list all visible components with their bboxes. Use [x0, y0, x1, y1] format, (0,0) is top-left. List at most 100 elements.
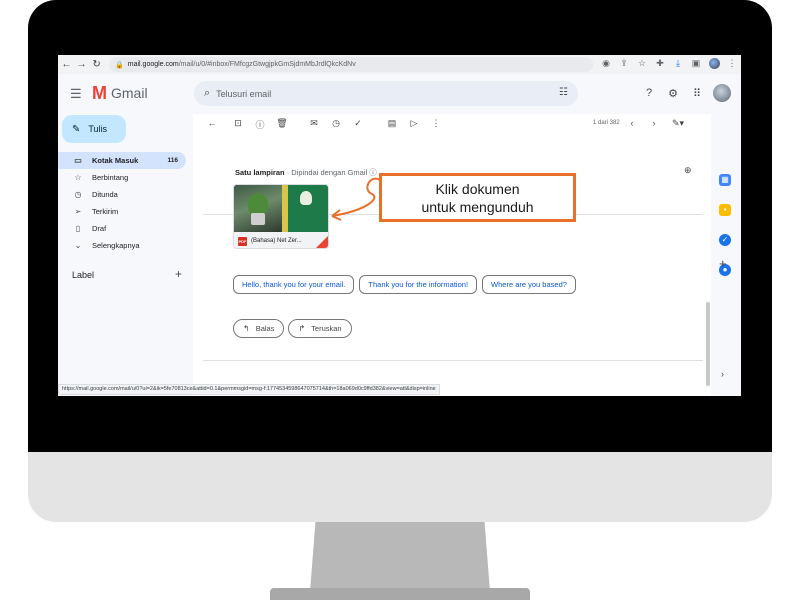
back-to-inbox-icon[interactable]: ←: [205, 118, 219, 128]
smart-reply-chip[interactable]: Hello, thank you for your email.: [233, 275, 355, 294]
sidebar-item-drafts[interactable]: ▯ Draf: [58, 220, 186, 237]
bookmark-star-icon[interactable]: ☆: [633, 58, 651, 71]
gmail-logo-text: Gmail: [111, 85, 148, 101]
sidebar-item-label: Ditunda: [92, 190, 118, 199]
sidebar: ✎ Tulis ▭ Kotak Masuk 116 ☆ Berbintang ◷…: [58, 114, 193, 396]
attachment-thumbnail[interactable]: PDF (Bahasa) Net Zer...: [233, 184, 329, 249]
pencil-icon: ✎: [72, 123, 81, 135]
reply-icon: ↰: [243, 324, 250, 333]
message-panel: ← ⊡ ⓘ 🗑 ✉ ◷ ✓ ▤ ▷ ⋮ 1 dari 382 ‹ › ✎▾: [195, 114, 711, 386]
smart-replies: Hello, thank you for your email. Thank y…: [233, 275, 581, 294]
attachment-title: Satu lampiran: [235, 168, 285, 177]
apps-grid-icon[interactable]: ⠿: [685, 87, 709, 100]
unread-count: 116: [167, 157, 179, 164]
sidebar-item-label: Draf: [92, 224, 107, 233]
search-options-icon[interactable]: ☷: [559, 87, 568, 98]
browser-menu-icon[interactable]: ⋮: [723, 58, 741, 71]
sidebar-item-inbox[interactable]: ▭ Kotak Masuk 116: [58, 152, 186, 169]
eye-icon[interactable]: ◉: [597, 58, 615, 71]
profile-avatar[interactable]: [705, 58, 723, 71]
calendar-icon[interactable]: ▦: [719, 174, 731, 186]
labels-heading: Label: [72, 270, 95, 280]
add-to-drive-icon[interactable]: ⊕: [684, 165, 692, 176]
settings-gear-icon[interactable]: ⚙: [661, 87, 685, 100]
reply-button[interactable]: ↰ Balas: [233, 319, 285, 338]
show-side-panel-icon[interactable]: ›: [721, 369, 724, 379]
callout-line-2: untuk mengunduh: [421, 198, 534, 215]
sidepanel-icon[interactable]: ▣: [687, 58, 705, 71]
search-icon[interactable]: ⌕: [204, 87, 210, 100]
delete-icon[interactable]: 🗑: [275, 118, 289, 129]
browser-toolbar: ← → ↻ 🔒 mail.google.com /mail/u/0/#inbox…: [58, 55, 741, 74]
label-icon[interactable]: ▷: [407, 118, 421, 129]
gmail-header: ☰ M Gmail ⌕ Telusuri email ☷ ? ⚙ ⠿: [58, 74, 741, 114]
extensions-icon[interactable]: ✚: [651, 58, 669, 71]
snooze-icon[interactable]: ◷: [329, 118, 343, 129]
get-addons-icon[interactable]: +: [719, 256, 727, 271]
monitor-stand: [310, 522, 490, 592]
move-to-icon[interactable]: ▤: [385, 118, 399, 129]
sidebar-item-starred[interactable]: ☆ Berbintang: [58, 169, 186, 186]
attachment-preview: [234, 185, 328, 232]
browser-actions: ◉ ⇪ ☆ ✚ ⤓ ▣ ⋮: [597, 58, 741, 71]
side-apps-panel: ▦ ▪ ✓ ● + ›: [711, 114, 741, 396]
smart-reply-chip[interactable]: Where are you based?: [482, 275, 576, 294]
more-options-icon[interactable]: ⋮: [429, 118, 443, 129]
smart-reply-chip[interactable]: Thank you for the information!: [359, 275, 478, 294]
callout-arrow-icon: [331, 177, 381, 221]
cover-logo-icon: [300, 191, 312, 205]
instruction-callout: Klik dokumen untuk mengunduh: [379, 173, 576, 222]
back-icon[interactable]: ←: [60, 59, 73, 70]
archive-icon[interactable]: ⊡: [231, 118, 245, 129]
compose-label: Tulis: [88, 124, 108, 134]
inbox-icon: ▭: [74, 156, 82, 165]
help-icon[interactable]: ?: [637, 87, 661, 99]
address-bar[interactable]: 🔒 mail.google.com /mail/u/0/#inbox/FMfcg…: [109, 57, 593, 72]
keep-icon[interactable]: ▪: [719, 204, 731, 216]
lock-icon: 🔒: [115, 61, 124, 69]
pdf-icon: PDF: [238, 236, 247, 246]
desktop-stage: ← → ↻ 🔒 mail.google.com /mail/u/0/#inbox…: [0, 0, 800, 600]
nav-list: ▭ Kotak Masuk 116 ☆ Berbintang ◷ Ditunda…: [58, 152, 186, 254]
sidebar-item-more[interactable]: ⌄ Selengkapnya: [58, 237, 186, 254]
main-menu-icon[interactable]: ☰: [70, 86, 82, 102]
forward-icon[interactable]: →: [75, 59, 88, 70]
compose-button[interactable]: ✎ Tulis: [62, 115, 126, 143]
separator: [203, 360, 703, 361]
plant-photo: [234, 185, 282, 232]
send-icon: ➢: [74, 207, 82, 216]
add-task-icon[interactable]: ✓: [351, 118, 365, 129]
plant-shape: [248, 193, 268, 215]
download-icon[interactable]: ⤓: [669, 58, 687, 71]
reply-label: Balas: [255, 324, 275, 333]
sidebar-item-snoozed[interactable]: ◷ Ditunda: [58, 186, 186, 203]
input-tools-icon[interactable]: ✎▾: [671, 118, 685, 129]
attachment-footer: PDF (Bahasa) Net Zer...: [234, 232, 328, 248]
browser-screen: ← → ↻ 🔒 mail.google.com /mail/u/0/#inbox…: [58, 55, 741, 396]
search-input[interactable]: ⌕ Telusuri email ☷: [194, 81, 578, 106]
labels-section: Label +: [72, 268, 182, 280]
sidebar-item-label: Terkirim: [92, 207, 119, 216]
sidebar-item-sent[interactable]: ➢ Terkirim: [58, 203, 186, 220]
mark-unread-icon[interactable]: ✉: [307, 118, 321, 129]
report-spam-icon[interactable]: ⓘ: [253, 118, 267, 131]
tasks-icon[interactable]: ✓: [719, 234, 731, 246]
gmail-m-icon: M: [92, 83, 107, 103]
fold-corner: [316, 236, 328, 248]
pagination-text: 1 dari 382: [593, 120, 620, 126]
scrollbar[interactable]: [706, 302, 710, 386]
account-avatar[interactable]: [713, 84, 731, 102]
attachment-filename: (Bahasa) Net Zer...: [251, 238, 302, 244]
forward-button[interactable]: ↱ Teruskan: [288, 319, 352, 338]
gmail-logo[interactable]: M Gmail: [92, 84, 148, 102]
forward-arrow-icon: ↱: [298, 324, 306, 333]
chevron-down-icon: ⌄: [74, 241, 82, 250]
reload-icon[interactable]: ↻: [90, 59, 103, 70]
share-icon[interactable]: ⇪: [615, 58, 633, 71]
url-host: mail.google.com: [127, 61, 179, 68]
cover-stripe: [282, 185, 288, 232]
newer-icon[interactable]: ‹: [625, 118, 639, 128]
older-icon[interactable]: ›: [647, 118, 661, 128]
url-path: /mail/u/0/#inbox/FMfcgzGtwgjpkGmSjdmMbJr…: [178, 61, 356, 68]
add-label-icon[interactable]: +: [175, 268, 182, 280]
